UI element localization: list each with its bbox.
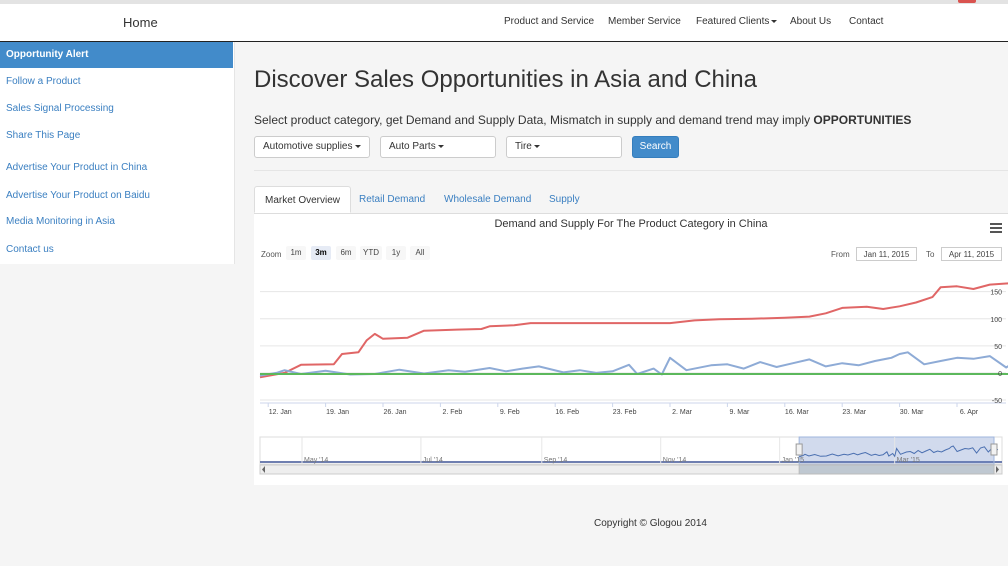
sidebar-item-contact-us[interactable]: Contact us bbox=[0, 237, 233, 263]
sidebar-item-label: Sales Signal Processing bbox=[6, 103, 114, 114]
sidebar-item-opportunity-alert[interactable]: Opportunity Alert bbox=[0, 42, 233, 68]
sidebar-item-media-monitoring[interactable]: Media Monitoring in Asia bbox=[0, 209, 233, 235]
navigator-scrollbar-thumb bbox=[798, 464, 995, 475]
y-tick-label: -50 bbox=[992, 398, 1002, 405]
sidebar-item-label: Contact us bbox=[6, 244, 54, 255]
tab-market-overview[interactable]: Market Overview bbox=[254, 186, 352, 213]
x-tick-label: 9. Feb bbox=[500, 409, 520, 416]
navigator-label: Jul '14 bbox=[423, 457, 443, 464]
navbar: Home Product and Service Member Service … bbox=[0, 4, 1008, 42]
navigator: May '14 Jul '14 Sep '14 Nov '14 Jan '15 Mar '… bbox=[259, 436, 1003, 475]
sidebar: Opportunity Alert Follow a Product Sales… bbox=[0, 42, 235, 264]
tab-wholesale-demand[interactable]: Wholesale Demand bbox=[444, 186, 531, 213]
navigator-label: Jan '15 bbox=[782, 457, 804, 464]
navigator-label: Mar '15 bbox=[897, 457, 920, 464]
series-line-1 bbox=[259, 351, 1008, 377]
search-button[interactable]: Search bbox=[632, 136, 679, 158]
y-tick-label: 50 bbox=[994, 344, 1002, 351]
sidebar-item-label: Opportunity Alert bbox=[6, 49, 89, 60]
x-tick-label: 23. Mar bbox=[842, 409, 866, 416]
subtitle-emphasis: OPPORTUNITIES bbox=[813, 113, 912, 127]
nav-featured-clients-label: Featured Clients bbox=[696, 16, 770, 27]
x-tick-label: 2. Mar bbox=[672, 409, 693, 416]
nav-product-and-service[interactable]: Product and Service bbox=[504, 16, 594, 27]
divider bbox=[254, 170, 1008, 171]
x-tick-label: 16. Feb bbox=[555, 409, 579, 416]
sidebar-item-label: Media Monitoring in Asia bbox=[6, 216, 115, 227]
series-line-0 bbox=[259, 282, 1008, 379]
y-tick-label: 150 bbox=[990, 290, 1002, 297]
caret-down-icon bbox=[354, 144, 361, 148]
y-axis: 150 100 50 0 -50 bbox=[990, 290, 1002, 405]
sidebar-item-follow-a-product[interactable]: Follow a Product bbox=[0, 69, 233, 95]
sidebar-item-advertise-in-china[interactable]: Advertise Your Product in China bbox=[0, 155, 233, 181]
sidebar-item-advertise-on-baidu[interactable]: Advertise Your Product on Baidu bbox=[0, 183, 233, 209]
caret-down-icon bbox=[437, 144, 444, 148]
page-subtitle: Select product category, get Demand and … bbox=[254, 113, 911, 127]
sidebar-item-label: Advertise Your Product on Baidu bbox=[6, 190, 150, 201]
x-tick-label: 26. Jan bbox=[384, 409, 407, 416]
x-tick-label: 6. Apr bbox=[960, 409, 979, 416]
category-dropdown-value: Automotive supplies bbox=[263, 141, 353, 152]
x-tick-label: 23. Feb bbox=[613, 409, 637, 416]
x-tick-label: 30. Mar bbox=[900, 409, 924, 416]
navigator-handle-left bbox=[795, 443, 803, 456]
footer-copyright: Copyright © Glogou 2014 bbox=[594, 518, 707, 529]
sidebar-item-label: Follow a Product bbox=[6, 76, 81, 87]
chart-series bbox=[259, 282, 1008, 379]
subtitle-text: Select product category, get Demand and … bbox=[254, 113, 811, 127]
x-tick-label: 16. Mar bbox=[785, 409, 809, 416]
x-tick-label: 19. Jan bbox=[326, 409, 349, 416]
sidebar-item-label: Share This Page bbox=[6, 130, 81, 141]
subcategory-dropdown[interactable]: Auto Parts bbox=[380, 136, 496, 158]
category-dropdown[interactable]: Automotive supplies bbox=[254, 136, 370, 158]
nav-featured-clients[interactable]: Featured Clients bbox=[696, 16, 778, 27]
close-icon[interactable] bbox=[958, 0, 976, 3]
x-axis: 12. Jan 19. Jan 26. Jan 2. Feb 9. Feb 16. Feb… bbox=[260, 402, 1006, 416]
sidebar-item-label: Advertise Your Product in China bbox=[6, 162, 148, 173]
navigator-label: May '14 bbox=[304, 457, 328, 464]
caret-down-icon bbox=[533, 144, 540, 148]
x-tick-label: 2. Feb bbox=[442, 409, 462, 416]
tab-retail-demand[interactable]: Retail Demand bbox=[359, 186, 425, 213]
subcategory-dropdown-value: Auto Parts bbox=[389, 141, 436, 152]
line-chart: 12. Jan 19. Jan 26. Jan 2. Feb 9. Feb 16. Feb… bbox=[259, 282, 1008, 475]
nav-about-us[interactable]: About Us bbox=[790, 16, 831, 27]
page-title: Discover Sales Opportunities in Asia and… bbox=[254, 66, 757, 93]
nav-links: Product and Service Member Service Featu… bbox=[0, 16, 1008, 36]
navigator-label: Sep '14 bbox=[544, 457, 568, 464]
tab-bar: Market Overview Retail Demand Wholesale … bbox=[254, 186, 1008, 214]
caret-down-icon bbox=[771, 19, 778, 23]
y-tick-label: 100 bbox=[990, 317, 1002, 324]
y-tick-label: 0 bbox=[998, 371, 1002, 378]
x-tick-label: 9. Mar bbox=[729, 409, 750, 416]
tab-supply[interactable]: Supply bbox=[549, 186, 580, 213]
sidebar-item-sales-signal-processing[interactable]: Sales Signal Processing bbox=[0, 96, 233, 122]
product-dropdown-value: Tire bbox=[515, 141, 532, 152]
chart-panel: Demand and Supply For The Product Catego… bbox=[254, 214, 1008, 485]
product-dropdown[interactable]: Tire bbox=[506, 136, 622, 158]
navigator-label: Nov '14 bbox=[663, 457, 687, 464]
nav-contact[interactable]: Contact bbox=[849, 16, 883, 27]
sidebar-item-share-this-page[interactable]: Share This Page bbox=[0, 123, 233, 149]
nav-member-service[interactable]: Member Service bbox=[608, 16, 681, 27]
navigator-handle-right bbox=[990, 443, 998, 456]
x-tick-label: 12. Jan bbox=[269, 409, 292, 416]
